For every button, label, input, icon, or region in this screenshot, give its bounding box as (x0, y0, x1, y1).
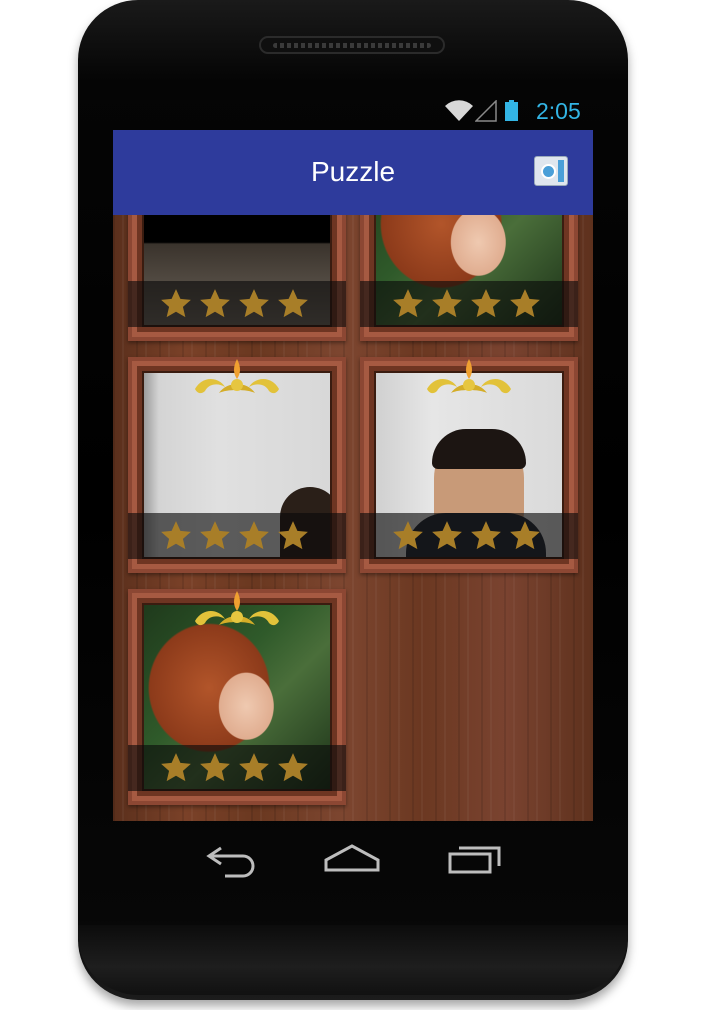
camera-icon[interactable] (534, 156, 568, 186)
phone-chin (78, 925, 628, 995)
star-icon (239, 289, 269, 318)
phone-speaker (259, 36, 445, 54)
status-clock: 2:05 (536, 98, 581, 124)
star-icon (432, 289, 462, 318)
star-icon (161, 753, 191, 782)
rating-bar (128, 281, 346, 327)
rating-bar (128, 745, 346, 791)
page-title: Puzzle (310, 156, 396, 187)
battery-icon (505, 100, 518, 121)
star-icon (161, 521, 191, 550)
home-icon[interactable] (323, 840, 381, 880)
nav-bar (113, 830, 593, 890)
star-rating (158, 287, 311, 321)
star-rating (390, 519, 543, 553)
star-icon (278, 521, 308, 550)
rating-bar (360, 513, 578, 559)
star-icon (278, 753, 308, 782)
signal-icon (475, 100, 497, 122)
puzzle-card[interactable] (360, 215, 578, 341)
puzzle-card[interactable] (360, 357, 578, 573)
star-icon (393, 521, 423, 550)
back-icon[interactable] (205, 840, 259, 880)
rating-bar (128, 513, 346, 559)
star-icon (510, 289, 540, 318)
star-icon (161, 289, 191, 318)
star-icon (393, 289, 423, 318)
star-icon (471, 521, 501, 550)
crown-ornament-icon (427, 359, 511, 394)
puzzle-card[interactable] (128, 215, 346, 341)
crown-ornament-icon (195, 591, 279, 626)
wifi-icon (445, 100, 473, 121)
star-icon (432, 521, 462, 550)
action-bar: Puzzle (113, 130, 593, 215)
star-rating (390, 287, 543, 321)
star-icon (239, 753, 269, 782)
puzzle-card[interactable] (128, 589, 346, 805)
puzzle-card[interactable] (128, 357, 346, 573)
star-rating (158, 751, 311, 785)
star-icon (239, 521, 269, 550)
rating-bar (360, 281, 578, 327)
recents-icon[interactable] (447, 840, 503, 880)
status-bar: 2:05 (113, 96, 593, 130)
crown-ornament-icon (195, 359, 279, 394)
star-icon (510, 521, 540, 550)
star-icon (200, 753, 230, 782)
star-icon (471, 289, 501, 318)
star-icon (200, 289, 230, 318)
star-rating (158, 519, 311, 553)
star-icon (278, 289, 308, 318)
star-icon (200, 521, 230, 550)
puzzle-grid (113, 215, 593, 821)
